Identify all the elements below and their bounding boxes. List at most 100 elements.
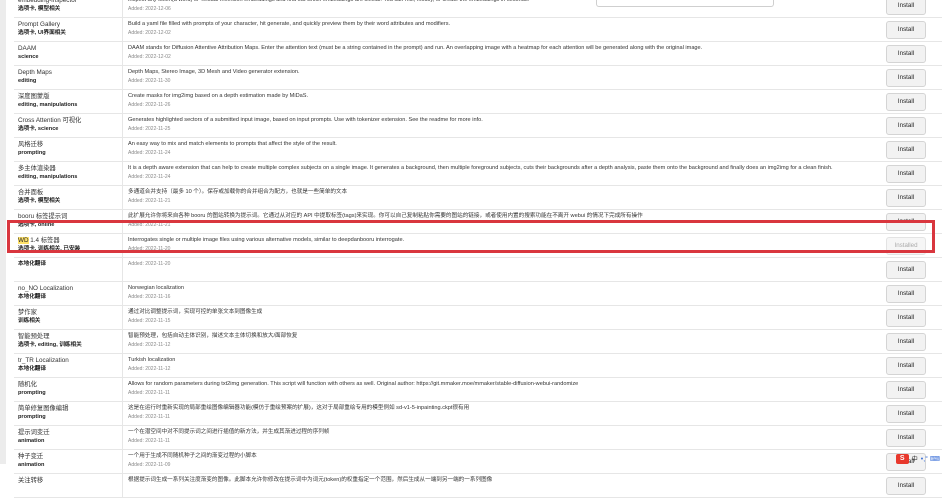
extension-added-date: Added: 2022-11-26 <box>128 102 171 108</box>
install-button[interactable]: Install <box>886 45 926 63</box>
extension-description-cell: Allows for random parameters during txt2… <box>128 380 888 397</box>
extension-name-text: 1.4 标签器 <box>28 237 60 244</box>
install-button[interactable]: Install <box>886 357 926 375</box>
extension-name-link[interactable]: 风格迁移 <box>18 140 122 149</box>
extension-added-date: Added: 2022-11-21 <box>128 198 171 204</box>
extension-tags: 选项卡, editing, 训练相关 <box>18 342 82 348</box>
extension-name-link[interactable]: Depth Maps <box>18 68 122 77</box>
extension-tags: 选项卡, online <box>18 222 55 228</box>
extension-description: Generates highlighted sectors of a submi… <box>128 117 483 123</box>
extension-tags: science <box>18 54 39 60</box>
extension-added-date: Added: 2022-11-24 <box>128 150 171 156</box>
install-button[interactable]: Install <box>886 189 926 207</box>
extension-description-cell: DAAM stands for Diffusion Attentive Attr… <box>128 44 888 61</box>
extension-name-link[interactable]: 深度图蒙版 <box>18 92 122 101</box>
extension-description-cell: 智能预处理，包括自动主体识别，描述文本主体切换和放大/面部恢复 Added: 20… <box>128 332 888 349</box>
extension-row: 提示词变迁 animation 一个在潜空间中对不同提示词之间进行插值的新方法，并生… <box>14 426 942 450</box>
extension-row: no_NO Localization 本地化翻译 Norwegian localiz… <box>14 282 942 306</box>
extension-description: Depth Maps, Stereo Image, 3D Mesh and Vi… <box>128 69 300 75</box>
extension-added-date: Added: 2022-11-11 <box>128 414 171 420</box>
install-button[interactable]: Install <box>886 285 926 303</box>
extension-name-link[interactable]: 提示词变迁 <box>18 428 122 437</box>
installed-button[interactable]: Installed <box>886 237 926 255</box>
extension-description: Interrogates single or multiple image fi… <box>128 237 405 243</box>
extension-description-cell: 一个在潜空间中对不同提示词之间进行插值的新方法，并生成其渐进过程的序列帧 Adde… <box>128 428 888 445</box>
extension-name-link[interactable]: 简单修复图像编辑 <box>18 404 122 413</box>
extension-row: 简单修复图像编辑 prompting 这是在运行时重新实现的局部重绘图像编辑器功能(… <box>14 402 942 426</box>
extension-added-date: Added: 2022-11-12 <box>128 366 171 372</box>
extension-row: 关注转移 根据提示词生成一系列关注度渐变的图像。此脚本允许你修改在提示词中为词元(… <box>14 474 942 498</box>
install-button[interactable]: Install <box>886 309 926 327</box>
extension-description-cell: Depth Maps, Stereo Image, 3D Mesh and Vi… <box>128 68 888 85</box>
extension-name-cell: Prompt Gallery 选项卡, UI界面相关 <box>18 18 123 41</box>
install-button[interactable]: Install <box>886 381 926 399</box>
extension-row: tr_TR Localization 本地化翻译 Turkish localizat… <box>14 354 942 378</box>
extension-row: 智能预处理 选项卡, editing, 训练相关 智能预处理，包括自动主体识别，描述… <box>14 330 942 354</box>
install-button[interactable]: Install <box>886 165 926 183</box>
extension-tags: animation <box>18 462 45 468</box>
extension-description-cell: 一个用于生成不同随机种子之间的渐变过程的小脚本 Added: 2022-11-09 <box>128 452 888 469</box>
extension-row: DAAM science DAAM stands for Diffusion Att… <box>14 42 942 66</box>
install-button[interactable]: Install <box>886 93 926 111</box>
extension-row: embedding-inspector 选项卡, 模型相关 Inspect any … <box>14 0 942 18</box>
extension-row: Cross Attention 可视化 选项卡, science Generates… <box>14 114 942 138</box>
extension-tags: prompting <box>18 150 46 156</box>
extension-tags: 选项卡, 模型相关 <box>18 6 61 12</box>
extension-description-cell: 根据提示词生成一系列关注度渐变的图像。此脚本允许你修改在提示词中为词元(toke… <box>128 476 888 485</box>
extension-name-link[interactable]: 智能预处理 <box>18 332 122 341</box>
extension-name-link[interactable]: 关注转移 <box>18 476 122 485</box>
extension-name-cell: embedding-inspector 选项卡, 模型相关 <box>18 0 123 17</box>
install-button[interactable]: Install <box>886 21 926 39</box>
extension-added-date: Added: 2022-11-20 <box>128 261 171 267</box>
install-button[interactable]: Install <box>886 141 926 159</box>
install-button[interactable]: Install <box>886 117 926 135</box>
extension-name-link[interactable]: Prompt Gallery <box>18 20 122 29</box>
install-button[interactable]: Install <box>886 429 926 447</box>
install-button[interactable]: Install <box>886 213 926 231</box>
install-button[interactable]: Install <box>886 477 926 495</box>
extension-name-cell: Cross Attention 可视化 选项卡, science <box>18 114 123 137</box>
extension-name-link[interactable]: 合并面板 <box>18 188 122 197</box>
left-scrollbar[interactable] <box>0 0 6 464</box>
install-button[interactable]: Install <box>886 333 926 351</box>
ime-toolbar-icons[interactable]: •,° ⌨ <box>921 455 940 463</box>
extension-name-link[interactable]: tr_TR Localization <box>18 356 122 365</box>
extension-description: 这是在运行时重新实现的局部重绘图像编辑器功能(模仿于重绘预案的扩展)，这对于局部… <box>128 405 470 411</box>
extension-tags: 训练相关 <box>18 318 41 324</box>
extension-name-link[interactable]: DAAM <box>18 44 122 53</box>
extension-name-link[interactable]: 随机化 <box>18 380 122 389</box>
extension-tags: 本地化翻译 <box>18 294 46 300</box>
extension-description: It is a depth aware extension that can h… <box>128 165 833 171</box>
extension-name-link[interactable]: 多主体渲染器 <box>18 164 122 173</box>
extension-name-link[interactable]: booru 标签提示词 <box>18 212 122 221</box>
extension-description: An easy way to mix and match elements to… <box>128 141 337 147</box>
extension-name-link[interactable]: WD 1.4 标签器 <box>18 236 122 245</box>
install-button[interactable]: Install <box>886 405 926 423</box>
system-tray: S 中 •,° ⌨ <box>895 453 940 464</box>
extension-name-cell: 合并面板 选项卡, 模型相关 <box>18 186 123 209</box>
install-button[interactable]: Install <box>886 0 926 15</box>
extension-row: 本地化翻译 Added: 2022-11-20 Install <box>14 258 942 282</box>
extension-row: 深度图蒙版 editing, manipulations Create masks … <box>14 90 942 114</box>
extension-tags: 本地化翻译 <box>18 366 46 372</box>
ime-language-indicator[interactable]: 中 <box>912 454 918 463</box>
extension-added-date: Added: 2022-11-30 <box>128 78 171 84</box>
extension-description: 通过对比调整提示词，实现可控的单张文本到图像生成 <box>128 309 263 315</box>
extension-name-link[interactable]: no_NO Localization <box>18 284 122 293</box>
extension-row: 随机化 prompting Allows for random parameters… <box>14 378 942 402</box>
extension-added-date: Added: 2022-11-25 <box>128 126 171 132</box>
extension-description-cell: Create masks for img2img based on a dept… <box>128 92 888 109</box>
extension-name-link[interactable]: 种子变迁 <box>18 452 122 461</box>
install-button[interactable]: Install <box>886 261 926 279</box>
extension-name-cell: DAAM science <box>18 42 123 65</box>
sogou-ime-icon[interactable]: S <box>895 453 909 464</box>
extension-description: 一个在潜空间中对不同提示词之间进行插值的新方法，并生成其渐进过程的序列帧 <box>128 429 330 435</box>
search-match-highlight: WD <box>18 237 29 244</box>
install-button[interactable]: Install <box>886 69 926 87</box>
extension-tags: prompting <box>18 414 46 420</box>
extension-name-link[interactable]: Cross Attention 可视化 <box>18 116 122 125</box>
extension-description: 此扩展允许你将来自各种 booru 的图站转换为提示词。它通过从对应的 API … <box>128 213 643 219</box>
extension-row: 合并面板 选项卡, 模型相关 多通道合并支持（最多 10 个）。保存或加载你的合并组… <box>14 186 942 210</box>
extension-description-cell: Inspect any token(a word) or Textual-Inv… <box>128 0 888 13</box>
extension-name-link[interactable]: 梦作家 <box>18 308 122 317</box>
